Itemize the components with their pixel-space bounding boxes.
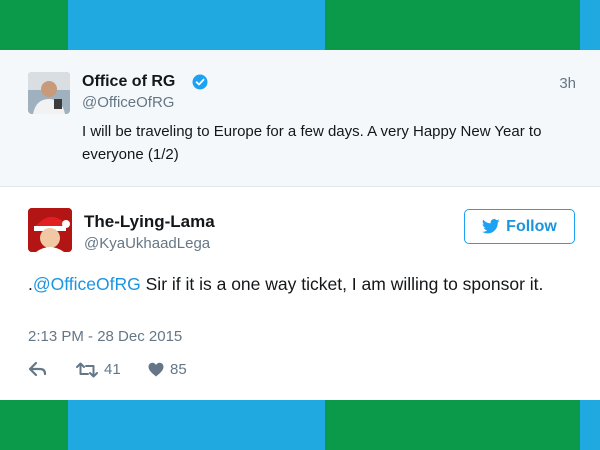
author-name[interactable]: Office of RG [82, 73, 175, 91]
follow-button[interactable]: Follow [464, 209, 575, 244]
tweet-text: I will be traveling to Europe for a few … [82, 123, 542, 163]
retweet-icon [76, 362, 98, 377]
like-button[interactable]: 85 [148, 361, 187, 378]
author-handle[interactable]: @KyaUkhaadLega [84, 235, 210, 252]
like-count: 85 [170, 361, 187, 378]
retweet-button[interactable]: 41 [76, 361, 121, 378]
heart-icon [148, 362, 164, 377]
bottom-color-band [0, 400, 600, 450]
author-handle[interactable]: @OfficeOfRG [82, 94, 174, 111]
green-segment [0, 0, 68, 50]
quoted-tweet[interactable]: Office of RG @OfficeOfRG 3h I will be tr… [0, 50, 600, 187]
tweet-text: .@OfficeOfRG Sir if it is a one way tick… [28, 271, 578, 297]
twitter-bird-icon [482, 219, 500, 234]
retweet-count: 41 [104, 361, 121, 378]
blue-segment [68, 0, 325, 50]
green-segment [0, 400, 68, 450]
green-segment [325, 400, 580, 450]
avatar[interactable] [28, 208, 72, 252]
author-name[interactable]: The-Lying-Lama [84, 212, 215, 232]
mention-link[interactable]: @OfficeOfRG [33, 274, 141, 294]
blue-segment [580, 400, 600, 450]
tweet-date[interactable]: 2:13 PM - 28 Dec 2015 [28, 328, 182, 345]
top-color-band [0, 0, 600, 50]
reply-icon [28, 361, 47, 377]
green-segment [325, 0, 580, 50]
follow-label: Follow [506, 217, 557, 235]
verified-badge-icon [192, 74, 208, 90]
avatar[interactable] [28, 72, 70, 114]
blue-segment [580, 0, 600, 50]
tweet-card: Office of RG @OfficeOfRG 3h I will be tr… [0, 50, 600, 400]
blue-segment [68, 400, 325, 450]
reply-button[interactable] [28, 361, 48, 377]
text-body: Sir if it is a one way ticket, I am will… [140, 274, 544, 294]
timestamp[interactable]: 3h [559, 75, 576, 92]
